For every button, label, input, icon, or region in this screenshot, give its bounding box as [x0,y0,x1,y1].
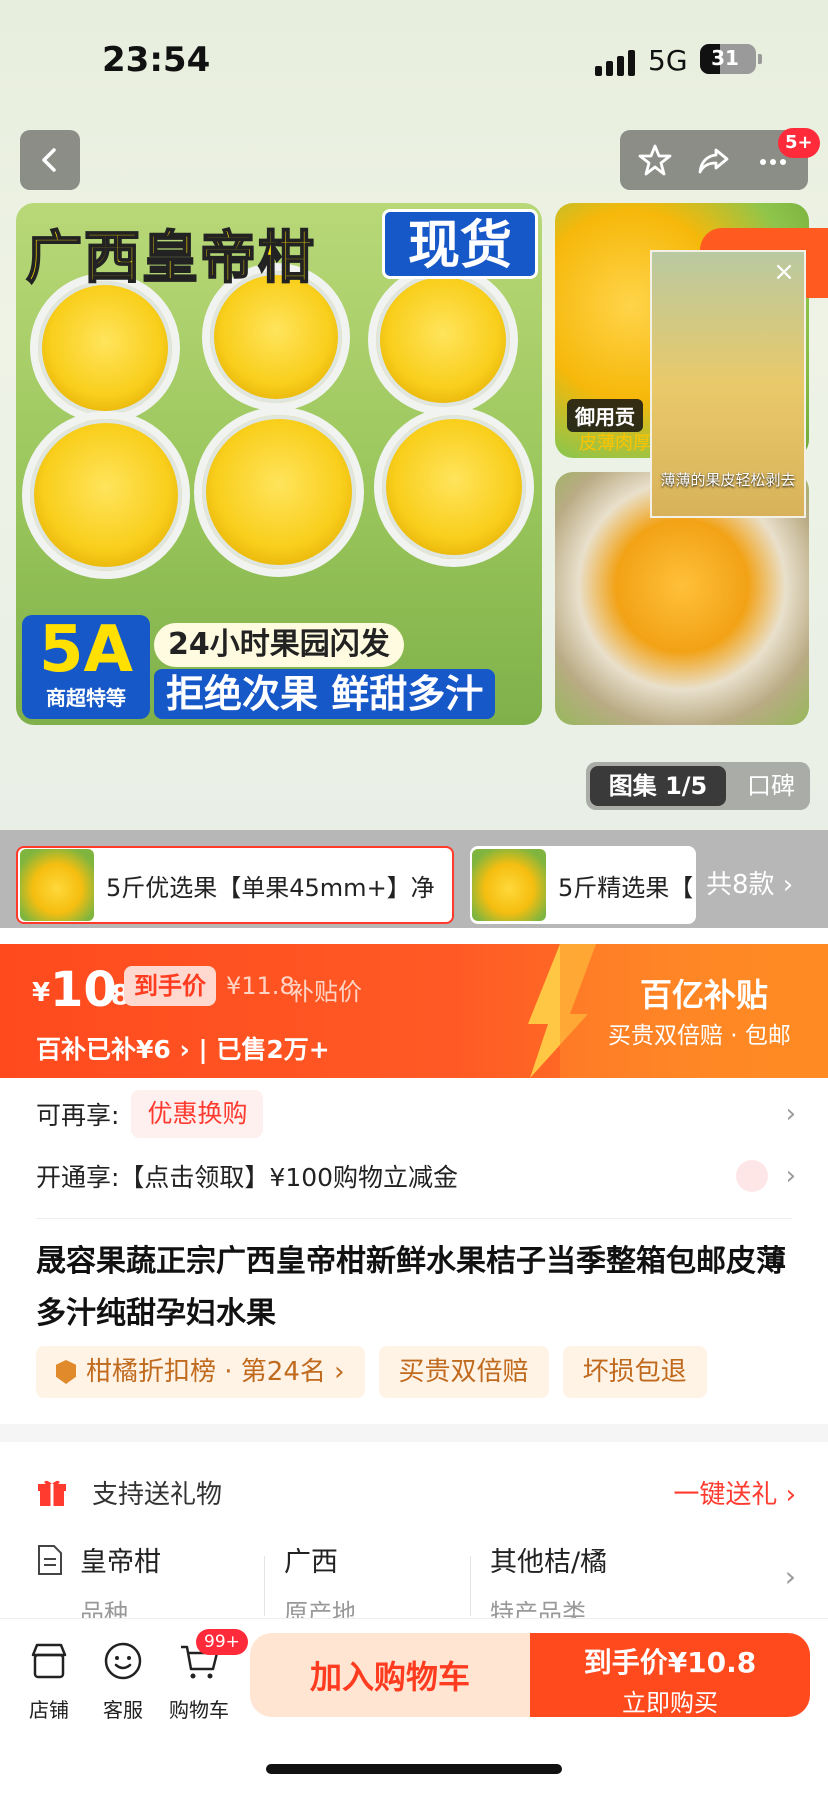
billion-subsidy-brand[interactable]: 百亿补贴 买贵双倍赔 · 包邮 [560,944,828,1078]
grade-small: 商超特等 [46,686,126,710]
spec-row[interactable]: 皇帝柑 品种 广西 原产地 其他桔/橘 特产品类 › [36,1540,796,1627]
to-hand-badge: 到手价 [124,966,216,1006]
gift-icon [38,1480,66,1506]
enjoy-label: 可再享: [36,1101,120,1130]
orange-image [30,273,180,423]
exchange-pill[interactable]: 优惠换购 [131,1090,264,1138]
send-gift-button[interactable]: 一键送礼 › [673,1474,796,1511]
spec-category: 其他桔/橘 特产品类 [490,1540,608,1627]
sku-strip: 5斤优选果【单果45mm+】净 5斤精选果【 共8款 › [0,830,828,928]
add-to-cart-button[interactable]: 加入购物车 [250,1633,530,1717]
brand-title: 百亿补贴 [640,976,769,1014]
subsidy-label: 补贴价 [290,978,362,1006]
sku-more-button[interactable]: 共8款 › [706,846,824,924]
open-label: 开通享:【点击领取】¥100购物立减金 [36,1163,459,1192]
spec-variety: 皇帝柑 品种 [80,1540,161,1627]
smile-icon [104,1642,142,1680]
tab-label: 购物车 [169,1698,229,1722]
open-row[interactable]: 开通享:【点击领取】¥100购物立减金 › [36,1150,796,1202]
close-icon[interactable]: × [770,258,798,286]
side-caption-2: 皮薄肉厚 [579,433,651,454]
cart-badge: 99+ [196,1629,248,1655]
tab-label: 店铺 [29,1698,69,1722]
document-icon [38,1545,62,1575]
shop-icon [31,1643,67,1679]
card-icon [736,1160,768,1192]
ranking-tag[interactable]: 柑橘折扣榜 · 第24名 › [36,1346,365,1398]
subsidy-price: ¥11.8 [226,972,295,1000]
product-title: 晟容果蔬正宗广西皇帝柑新鲜水果桔子当季整箱包邮皮薄多汁纯甜孕妇水果 [36,1244,786,1331]
tab-service[interactable]: 客服 [88,1639,158,1723]
sku-label: 5斤优选果【单果45mm+】净 [106,873,435,902]
orange-image [374,407,534,567]
network-label: 5G [648,44,688,77]
album-switch: 图集 1/5 口碑 [586,762,810,810]
enjoy-row[interactable]: 可再享: 优惠换购 › [36,1088,796,1140]
status-time: 23:54 [102,40,211,80]
price-banner: ¥ 10 .8 到手价 ¥11.8 补贴价 百补已补¥6 › | 已售2万+ 百… [0,944,828,1078]
spec-origin: 广西 原产地 [284,1540,356,1627]
battery-level: 31 [711,46,739,70]
subsidy-sales-line[interactable]: 百补已补¥6 › | 已售2万+ [36,1030,330,1066]
share-icon[interactable] [696,142,732,178]
sku-label: 5斤精选果【 [558,873,694,902]
main-product-image[interactable]: 广西皇帝柑 现货 5A 商超特等 24小时果园闪发 拒绝次果 鲜甜多汁 [16,203,542,725]
image-line-2: 拒绝次果 鲜甜多汁 [154,669,496,719]
chevron-right-icon: › [785,1099,796,1129]
orange-image [22,411,190,579]
image-tag: 现货 [382,209,538,279]
back-button[interactable] [20,130,80,190]
section-separator [0,1424,828,1442]
spec-divider [264,1556,265,1616]
gift-label: 支持送礼物 [92,1479,223,1510]
product-page: 23:54 5G 31 5+ 广西皇帝柑 现货 5A 商超特等 24小时果园闪发… [0,0,828,1796]
video-caption: 薄薄的果皮轻松剥去 [660,471,796,489]
battery-icon: 31 [700,44,762,74]
side-caption: 御用贡 [567,399,643,432]
guarantee-tag[interactable]: 买贵双倍赔 [378,1346,549,1398]
product-tags: 柑橘折扣榜 · 第24名 › 买贵双倍赔 坏损包退 [36,1346,707,1398]
buy-now-button[interactable]: 到手价¥10.8 立即购买 [530,1633,810,1717]
tab-label: 客服 [103,1698,143,1722]
image-title: 广西皇帝柑 [25,225,316,292]
chevron-right-icon: › [784,1560,796,1593]
status-bar: 23:54 5G 31 [0,0,828,120]
sku-option[interactable]: 5斤精选果【 [470,846,696,924]
star-icon[interactable] [637,142,673,178]
buy-now-label: 立即购买 [622,1689,718,1717]
sku-thumbnail [20,849,94,921]
spec-value: 皇帝柑 [80,1547,161,1578]
sku-option-selected[interactable]: 5斤优选果【单果45mm+】净 [16,846,454,924]
gift-row[interactable]: 支持送礼物 一键送礼 › [36,1462,796,1522]
spec-value: 广西 [284,1547,338,1578]
price-currency: ¥ [32,978,51,1008]
chevron-right-icon: › [785,1161,796,1191]
spec-value: 其他桔/橘 [490,1547,608,1578]
brand-subtitle: 买贵双倍赔 · 包邮 [608,1023,791,1049]
refund-tag[interactable]: 坏损包退 [562,1346,707,1398]
chevron-left-icon [42,148,56,172]
tab-shop[interactable]: 店铺 [14,1639,84,1723]
image-line-1: 24小时果园闪发 [154,623,404,667]
floating-video[interactable]: × 薄薄的果皮轻松剥去 [650,250,806,518]
message-badge: 5+ [778,128,820,158]
ranking-label: 柑橘折扣榜 · 第24名 › [86,1357,345,1387]
orange-image [368,265,518,415]
home-indicator [266,1764,562,1774]
buy-price-label: 到手价¥10.8 [583,1646,757,1679]
medal-icon [56,1360,76,1384]
grade-big: 5A [38,613,134,687]
grade-badge: 5A 商超特等 [22,615,150,719]
orange-image [194,407,364,577]
hero-area: 23:54 5G 31 5+ 广西皇帝柑 现货 5A 商超特等 24小时果园闪发… [0,0,828,830]
sku-thumbnail [472,849,546,921]
signal-icon [595,48,635,76]
spec-divider [470,1556,471,1616]
tab-reviews[interactable]: 口碑 [736,766,806,806]
tab-album[interactable]: 图集 1/5 [590,766,726,806]
divider [36,1218,792,1219]
